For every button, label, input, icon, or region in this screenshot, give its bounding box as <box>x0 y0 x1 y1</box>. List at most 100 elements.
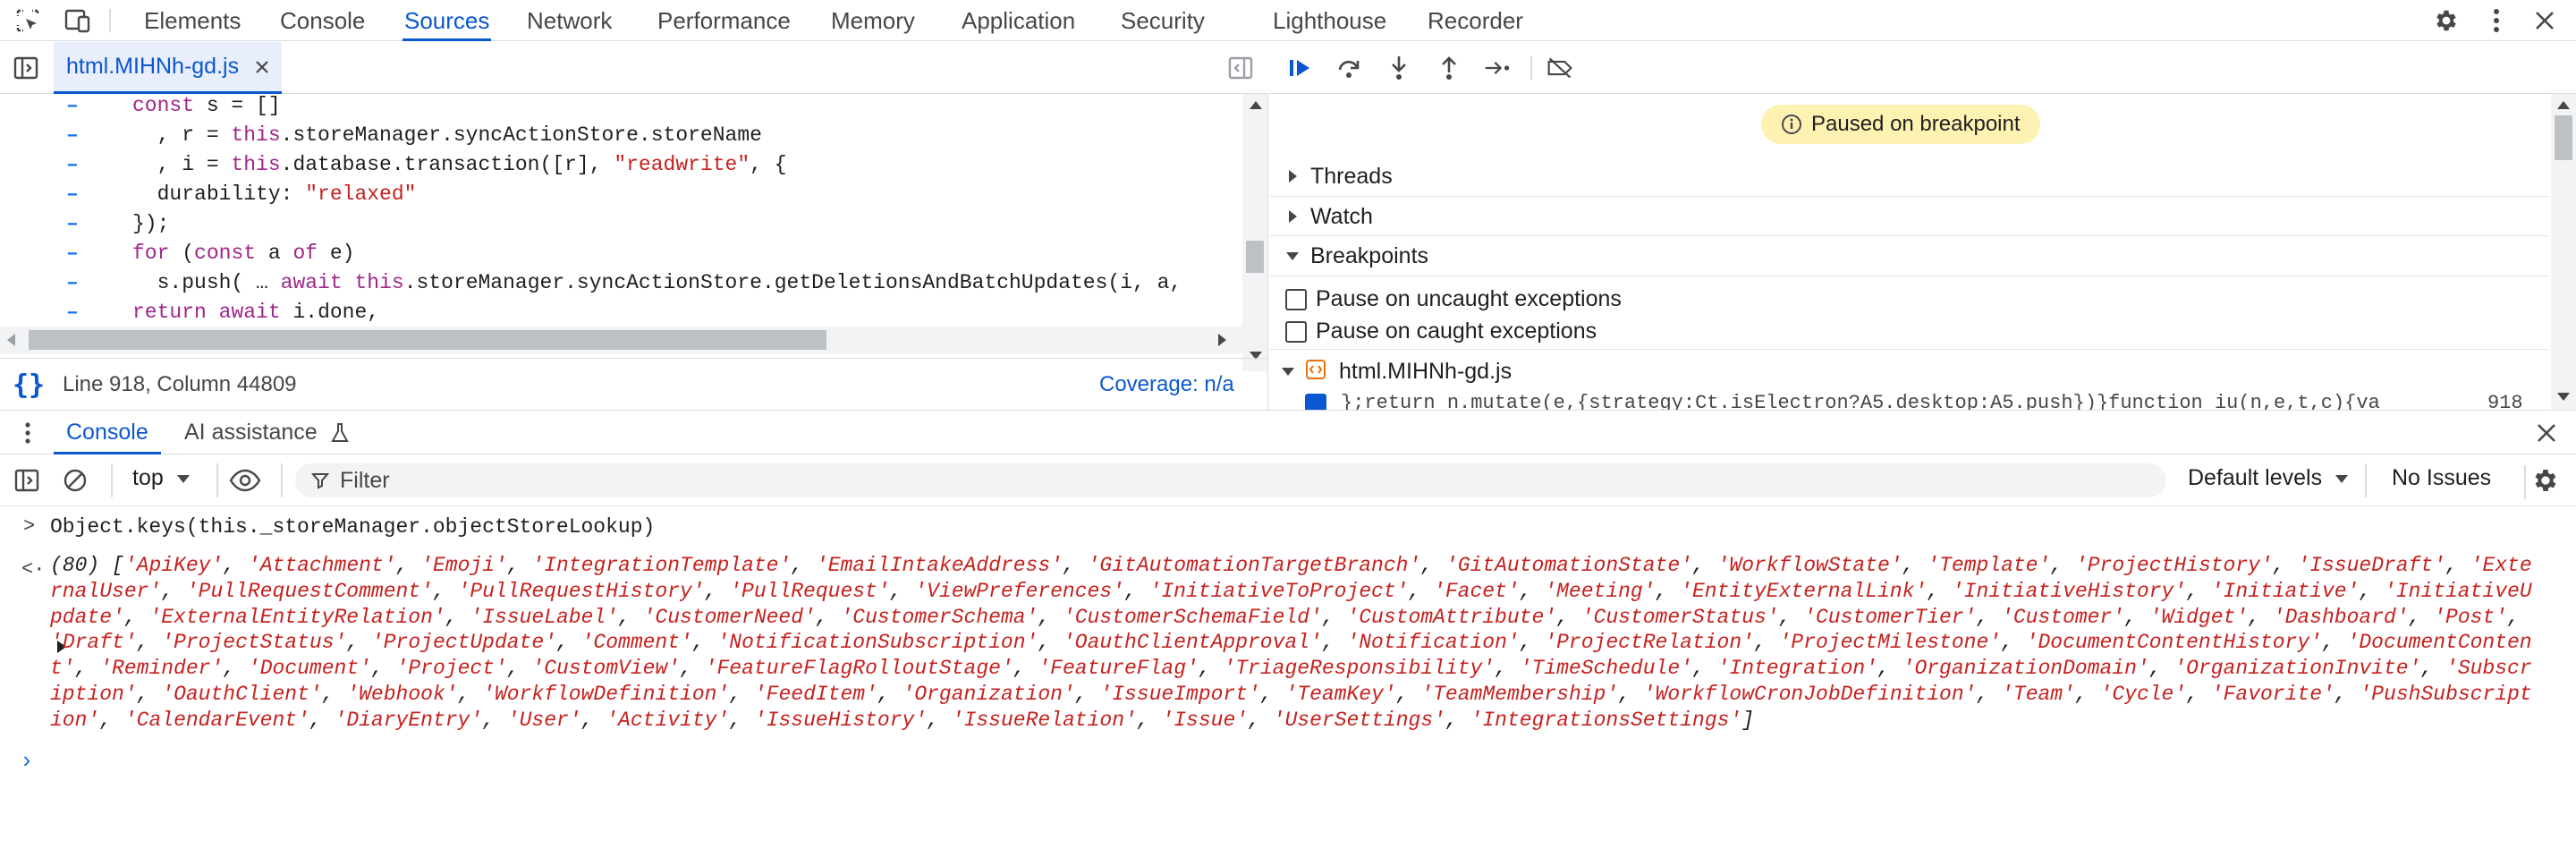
watch-section[interactable]: Watch <box>1269 196 2548 235</box>
console-settings-gear-icon[interactable] <box>2531 466 2560 495</box>
tab-sources[interactable]: Sources <box>402 0 492 41</box>
step-icon[interactable] <box>1484 55 1511 81</box>
line-gutter-marker[interactable]: – <box>66 298 79 327</box>
line-gutter-marker[interactable]: – <box>66 239 79 268</box>
console-result[interactable]: (80) ['ApiKey', 'Attachment', 'Emoji', '… <box>50 553 2537 734</box>
step-into-icon[interactable] <box>1385 55 1412 81</box>
code-line[interactable]: – , r = this.storeManager.syncActionStor… <box>0 121 1243 150</box>
drawer-tab-ai-assistance[interactable]: AI assistance <box>184 411 349 454</box>
result-arrow-icon: <· <box>21 558 46 581</box>
console-sidebar-icon[interactable] <box>14 468 39 493</box>
toggle-debugger-icon[interactable] <box>1227 55 1254 81</box>
deactivate-breakpoints-icon[interactable] <box>1546 55 1573 81</box>
code-line[interactable]: – durability: "relaxed" <box>0 180 1243 209</box>
toggle-navigator-icon[interactable] <box>13 55 39 81</box>
threads-section[interactable]: Threads <box>1269 157 2548 196</box>
scroll-thumb[interactable] <box>1246 241 1264 273</box>
step-out-icon[interactable] <box>1436 55 1462 81</box>
context-selector[interactable]: top <box>132 465 190 491</box>
close-devtools-icon[interactable] <box>2531 7 2558 34</box>
array-item: TriageResponsibility <box>1235 657 1483 681</box>
close-tab-icon[interactable] <box>255 60 269 74</box>
array-item: UserSettings <box>1284 708 1434 732</box>
resume-icon[interactable] <box>1287 55 1314 81</box>
scroll-up-arrow[interactable] <box>1250 101 1262 109</box>
tab-security[interactable]: Security <box>1121 0 1205 41</box>
code-line[interactable]: – for (const a of e) <box>0 239 1243 268</box>
scroll-down-arrow[interactable] <box>2557 393 2570 401</box>
line-gutter-marker[interactable]: – <box>66 94 79 121</box>
file-tab[interactable]: html.MIHNh-gd.js <box>54 42 283 94</box>
more-options-icon[interactable] <box>2483 7 2510 34</box>
pause-uncaught-checkbox[interactable] <box>1285 289 1307 310</box>
scroll-thumb[interactable] <box>29 330 826 350</box>
breakpoint-enabled-checkbox[interactable] <box>1305 394 1326 410</box>
console-output[interactable]: > Object.keys(this._storeManager.objectS… <box>0 506 2576 849</box>
code-line[interactable]: – s.push( … await this.storeManager.sync… <box>0 268 1243 298</box>
array-item: WorkflowCronJobDefinition <box>1655 682 1964 706</box>
live-expression-eye-icon[interactable] <box>229 469 261 492</box>
array-item: GitAutomationState <box>1457 554 1681 577</box>
pause-caught-checkbox[interactable] <box>1285 321 1307 343</box>
array-item: ViewPreferences <box>927 579 1113 603</box>
line-gutter-marker[interactable]: – <box>66 209 79 239</box>
tab-application[interactable]: Application <box>962 0 1075 41</box>
editor-vertical-scrollbar[interactable] <box>1242 94 1267 371</box>
breakpoints-section[interactable]: Breakpoints <box>1269 235 2548 275</box>
array-item: InitiativeToProject <box>1161 579 1396 603</box>
array-item: Emoji <box>432 554 495 577</box>
tab-elements[interactable]: Elements <box>144 0 241 41</box>
scroll-left-arrow[interactable] <box>7 334 15 346</box>
filter-input[interactable]: Filter <box>295 463 2166 497</box>
editor-horizontal-scrollbar[interactable] <box>0 327 1243 353</box>
sidebar-scrollbar[interactable] <box>2551 94 2576 410</box>
array-item: Attachment <box>259 554 384 577</box>
console-toolbar: top Filter Default levels No Issues <box>0 454 2576 506</box>
close-drawer-icon[interactable] <box>2537 423 2556 443</box>
breakpoint-file-row[interactable]: html.MIHNh-gd.js <box>1269 349 2548 390</box>
tab-performance[interactable]: Performance <box>657 0 791 41</box>
device-toolbar-icon[interactable] <box>64 7 91 34</box>
code-line[interactable]: – return await i.done, <box>0 298 1243 327</box>
step-over-icon[interactable] <box>1335 55 1362 81</box>
drawer-tab-console[interactable]: Console <box>54 411 161 454</box>
array-item: CustomerTier <box>1815 605 1964 629</box>
drawer-menu-icon[interactable] <box>25 422 30 444</box>
ai-tab-label: AI assistance <box>184 420 318 445</box>
tab-network[interactable]: Network <box>527 0 612 41</box>
scroll-thumb[interactable] <box>2555 115 2572 160</box>
code-line-text: return await i.done, <box>132 301 380 324</box>
settings-gear-icon[interactable] <box>2433 7 2460 34</box>
line-gutter-marker[interactable]: – <box>66 121 79 150</box>
breakpoint-snippet: };return n.mutate(e,{strategy:Ct.isElect… <box>1341 392 2380 410</box>
array-item: IssueDraft <box>2309 554 2434 577</box>
pretty-print-icon[interactable]: {} <box>13 369 45 401</box>
console-prompt-icon[interactable]: › <box>20 748 34 775</box>
code-line-text: s.push( … await this.storeManager.syncAc… <box>132 271 1182 294</box>
array-item: Notification <box>1359 631 1507 655</box>
breakpoint-entry[interactable]: };return n.mutate(e,{strategy:Ct.isElect… <box>1269 390 2548 410</box>
array-item: IssueLabel <box>482 605 606 629</box>
code-line[interactable]: –}); <box>0 209 1243 239</box>
code-line[interactable]: – const s = [] <box>0 94 1243 121</box>
coverage-link[interactable]: Coverage: n/a <box>1099 372 1234 397</box>
inspect-element-icon[interactable] <box>14 7 41 34</box>
scroll-up-arrow[interactable] <box>2557 101 2570 109</box>
array-item: IntegrationsSettings <box>1482 708 1730 732</box>
issues-counter[interactable]: No Issues <box>2392 465 2491 491</box>
array-item: Organization <box>914 682 1063 706</box>
log-levels-dropdown[interactable]: Default levels <box>2188 465 2349 491</box>
info-icon <box>1781 114 1802 135</box>
line-gutter-marker[interactable]: – <box>66 150 79 180</box>
code-line[interactable]: – , i = this.database.transaction([r], "… <box>0 150 1243 180</box>
tab-memory[interactable]: Memory <box>831 0 915 41</box>
scroll-right-arrow[interactable] <box>1218 334 1226 346</box>
clear-console-icon[interactable] <box>63 468 88 493</box>
line-gutter-marker[interactable]: – <box>66 268 79 298</box>
array-item: IssueHistory <box>766 708 915 732</box>
tab-lighthouse[interactable]: Lighthouse <box>1273 0 1386 41</box>
line-gutter-marker[interactable]: – <box>66 180 79 209</box>
array-item: OrganizationInvite <box>2186 657 2409 681</box>
tab-recorder[interactable]: Recorder <box>1428 0 1523 41</box>
tab-console[interactable]: Console <box>280 0 365 41</box>
